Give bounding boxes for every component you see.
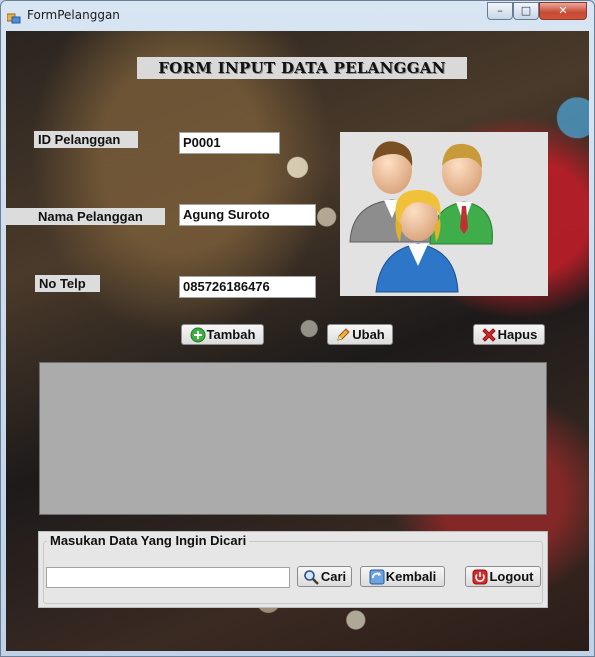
add-icon	[190, 327, 206, 342]
delete-x-icon	[481, 327, 496, 342]
id-pelanggan-field[interactable]: P0001	[179, 132, 280, 154]
ubah-label: Ubah	[352, 327, 385, 342]
no-telp-field[interactable]: 085726186476	[179, 276, 316, 298]
id-pelanggan-label: ID Pelanggan	[34, 131, 138, 148]
ubah-button[interactable]: Ubah	[327, 324, 393, 345]
cari-button[interactable]: Cari	[297, 566, 352, 587]
close-button[interactable]: ✕	[539, 2, 587, 20]
form-heading: FORM INPUT DATA PELANGGAN	[137, 57, 467, 79]
logout-label: Logout	[489, 569, 534, 584]
hapus-button[interactable]: Hapus	[473, 324, 545, 345]
search-groupbox: Masukan Data Yang Ingin Dicari Cari Kemb…	[38, 531, 548, 608]
users-group-icon	[349, 141, 493, 293]
nama-pelanggan-field[interactable]: Agung Suroto	[179, 204, 316, 226]
pelanggan-data-grid[interactable]	[39, 362, 547, 515]
search-input[interactable]	[46, 567, 290, 588]
hapus-label: Hapus	[497, 327, 538, 342]
no-telp-label: No Telp	[35, 275, 100, 292]
nama-pelanggan-label: Nama Pelanggan	[6, 208, 165, 225]
search-caption: Masukan Data Yang Ingin Dicari	[47, 533, 250, 548]
form-client-area: FORM INPUT DATA PELANGGAN ID Pelanggan P…	[6, 31, 589, 651]
logout-button[interactable]: Logout	[465, 566, 541, 587]
app-icon	[6, 9, 21, 24]
search-icon	[304, 569, 319, 585]
minimize-button[interactable]: –	[487, 2, 513, 20]
power-icon	[472, 569, 488, 584]
form-pelanggan-window: FormPelanggan – □ ✕ FORM INPUT DATA PELA…	[0, 0, 595, 657]
kembali-button[interactable]: Kembali	[360, 566, 445, 587]
refresh-icon	[369, 569, 385, 584]
window-title: FormPelanggan	[27, 8, 120, 22]
cari-label: Cari	[320, 569, 347, 584]
kembali-label: Kembali	[385, 569, 437, 584]
customer-picture	[340, 132, 548, 296]
tambah-label: Tambah	[206, 327, 256, 342]
tambah-button[interactable]: Tambah	[181, 324, 264, 345]
maximize-button[interactable]: □	[513, 2, 539, 20]
title-bar[interactable]: FormPelanggan – □ ✕	[1, 1, 594, 31]
pencil-icon	[337, 327, 350, 341]
